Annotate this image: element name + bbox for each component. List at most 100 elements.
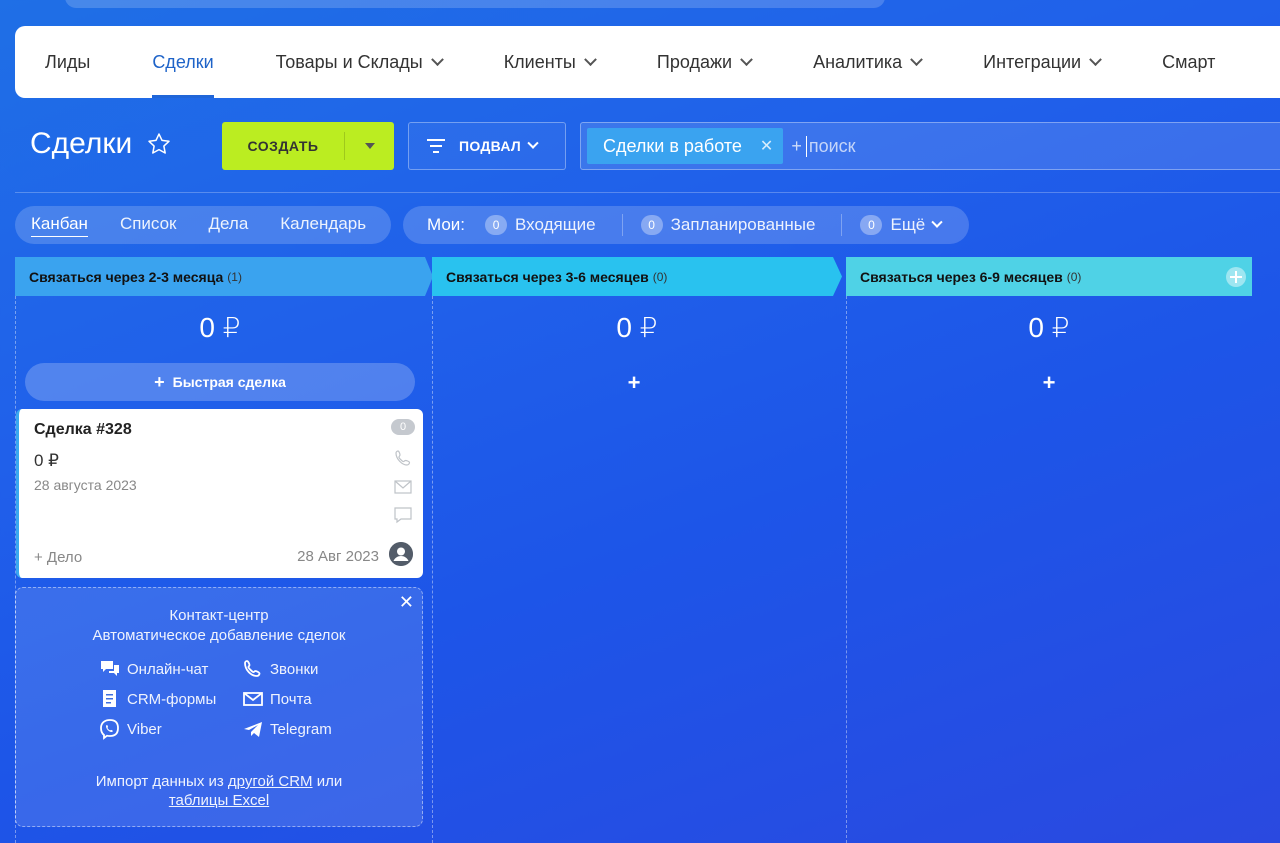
chat-icon — [101, 661, 119, 676]
nav-item-sales[interactable]: Продажи — [657, 26, 753, 98]
nav-item-smart[interactable]: Смарт — [1162, 26, 1215, 98]
channel-label: Telegram — [270, 720, 332, 738]
separator — [621, 214, 623, 236]
my-incoming[interactable]: 0 Входящие — [485, 215, 596, 235]
tab-activities[interactable]: Дела — [209, 214, 249, 236]
add-activity-link[interactable]: + Дело — [34, 549, 82, 566]
filter-button-label: ПОДВАЛ — [459, 138, 522, 154]
channel-crm-forms[interactable]: CRM-формы — [99, 688, 216, 710]
avatar[interactable] — [389, 542, 413, 566]
my-label: Мои: — [427, 215, 466, 234]
page-title: Сделки — [30, 127, 172, 161]
plus-icon: + — [154, 371, 165, 392]
form-icon — [103, 690, 116, 707]
column-header-2[interactable]: Связаться через 3-6 месяцев (0) — [432, 257, 832, 296]
search-box[interactable]: Сделки в работе ✕ + — [580, 122, 1280, 170]
filter-icon — [427, 139, 445, 153]
my-planned[interactable]: 0 Запланированные — [640, 215, 816, 235]
column-count: (0) — [652, 269, 668, 284]
my-planned-label: Запланированные — [670, 215, 816, 234]
top-navigation: Лиды Сделки Товары и Склады Клиенты Прод… — [15, 26, 1280, 98]
tab-calendar[interactable]: Календарь — [280, 214, 366, 236]
chevron-down-icon — [910, 52, 924, 66]
column-header-1[interactable]: Связаться через 2-3 месяца (1) — [15, 257, 425, 296]
nav-item-deals[interactable]: Сделки — [152, 26, 215, 98]
counter-badge: 0 — [860, 215, 883, 235]
channel-mail[interactable]: Почта — [242, 688, 312, 710]
nav-item-clients[interactable]: Клиенты — [504, 26, 597, 98]
star-icon[interactable] — [146, 131, 172, 157]
top-search-bar[interactable] — [65, 0, 885, 8]
chevron-down-icon — [430, 52, 444, 66]
contact-center-title: Контакт-центр — [169, 607, 269, 624]
phone-icon[interactable] — [393, 448, 413, 468]
channel-calls[interactable]: Звонки — [242, 658, 318, 680]
column-sum: 0 ₽ — [616, 312, 658, 343]
channel-viber[interactable]: Viber — [99, 718, 162, 740]
search-input[interactable] — [805, 135, 1206, 157]
nav-item-integrations[interactable]: Интеграции — [983, 26, 1102, 98]
chevron-down-icon — [740, 52, 753, 66]
channel-label: CRM-формы — [127, 690, 217, 708]
quick-add-button[interactable]: + — [846, 370, 1252, 396]
my-counters-bar: Мои: 0 Входящие 0 Запланированные 0 Ещё — [403, 206, 969, 244]
create-button-label: СОЗДАТЬ — [247, 138, 319, 154]
caret-down-icon — [364, 143, 375, 149]
telegram-icon — [244, 722, 262, 737]
import-text: Импорт данных из другой CRM или таблицы … — [16, 772, 422, 810]
tab-kanban[interactable]: Канбан — [31, 214, 88, 237]
tab-list[interactable]: Список — [120, 214, 177, 236]
deal-title[interactable]: Сделка #328 — [34, 421, 132, 439]
my-incoming-label: Входящие — [515, 215, 596, 234]
channel-label: Онлайн-чат — [127, 660, 209, 678]
nav-item-analytics[interactable]: Аналитика — [813, 26, 924, 98]
deal-card[interactable]: Сделка #328 0 ₽ 28 августа 2023 0 + Дело… — [16, 409, 423, 578]
contact-center-subtitle: Автоматическое добавление сделок — [92, 627, 346, 644]
filter-button[interactable]: ПОДВАЛ — [408, 122, 566, 170]
mail-icon[interactable] — [393, 477, 413, 497]
create-dropdown-toggle[interactable] — [345, 143, 394, 149]
my-more[interactable]: 0 Ещё — [860, 215, 943, 235]
column-count: (0) — [1066, 269, 1082, 284]
filter-chip[interactable]: Сделки в работе ✕ — [587, 128, 784, 164]
column-sum: 0 ₽ — [1028, 312, 1070, 343]
column-count: (1) — [227, 269, 242, 284]
chevron-down-icon — [584, 52, 597, 66]
quick-deal-button[interactable]: + Быстрая сделка — [25, 363, 415, 401]
deal-date-short: 28 Авг 2023 — [297, 548, 379, 565]
channel-telegram[interactable]: Telegram — [242, 718, 332, 740]
import-link-excel[interactable]: таблицы Excel — [169, 792, 269, 809]
phone-icon — [244, 660, 261, 677]
mail-icon — [243, 692, 263, 706]
quick-add-button[interactable]: + — [432, 370, 836, 396]
nav-item-products[interactable]: Товары и Склады — [276, 26, 444, 98]
view-switcher: Канбан Список Дела Календарь — [15, 206, 391, 244]
separator — [841, 214, 843, 236]
channel-label: Звонки — [270, 660, 319, 678]
create-button[interactable]: СОЗДАТЬ — [222, 122, 394, 170]
chevron-down-icon — [931, 216, 943, 228]
chevron-down-icon — [527, 137, 539, 149]
channel-label: Viber — [127, 720, 162, 738]
counter-badge: 0 — [640, 215, 663, 235]
nav-item-leads[interactable]: Лиды — [45, 26, 90, 98]
deal-date: 28 августа 2023 — [34, 477, 137, 493]
chevron-down-icon — [1089, 52, 1102, 66]
column-title: Связаться через 6-9 месяцев — [860, 268, 1063, 285]
add-filter-icon[interactable]: + — [791, 136, 802, 157]
my-more-label: Ещё — [890, 215, 926, 234]
column-title: Связаться через 3-6 месяцев — [446, 268, 649, 285]
channel-label: Почта — [270, 690, 312, 708]
import-mid: или — [316, 773, 343, 790]
column-header-3[interactable]: Связаться через 6-9 месяцев (0) — [846, 257, 1252, 296]
import-link-other-crm[interactable]: другой CRM — [228, 773, 313, 790]
channel-online-chat[interactable]: Онлайн-чат — [99, 658, 208, 680]
add-column-icon[interactable] — [1225, 266, 1247, 288]
column-title: Связаться через 2-3 месяца — [29, 268, 224, 285]
column-sum: 0 ₽ — [199, 312, 241, 343]
deal-counter-badge: 0 — [391, 419, 415, 435]
import-prefix: Импорт данных из — [95, 773, 224, 790]
close-icon[interactable]: ✕ — [760, 136, 773, 156]
comment-icon[interactable] — [393, 505, 413, 525]
filter-chip-label: Сделки в работе — [603, 135, 742, 156]
